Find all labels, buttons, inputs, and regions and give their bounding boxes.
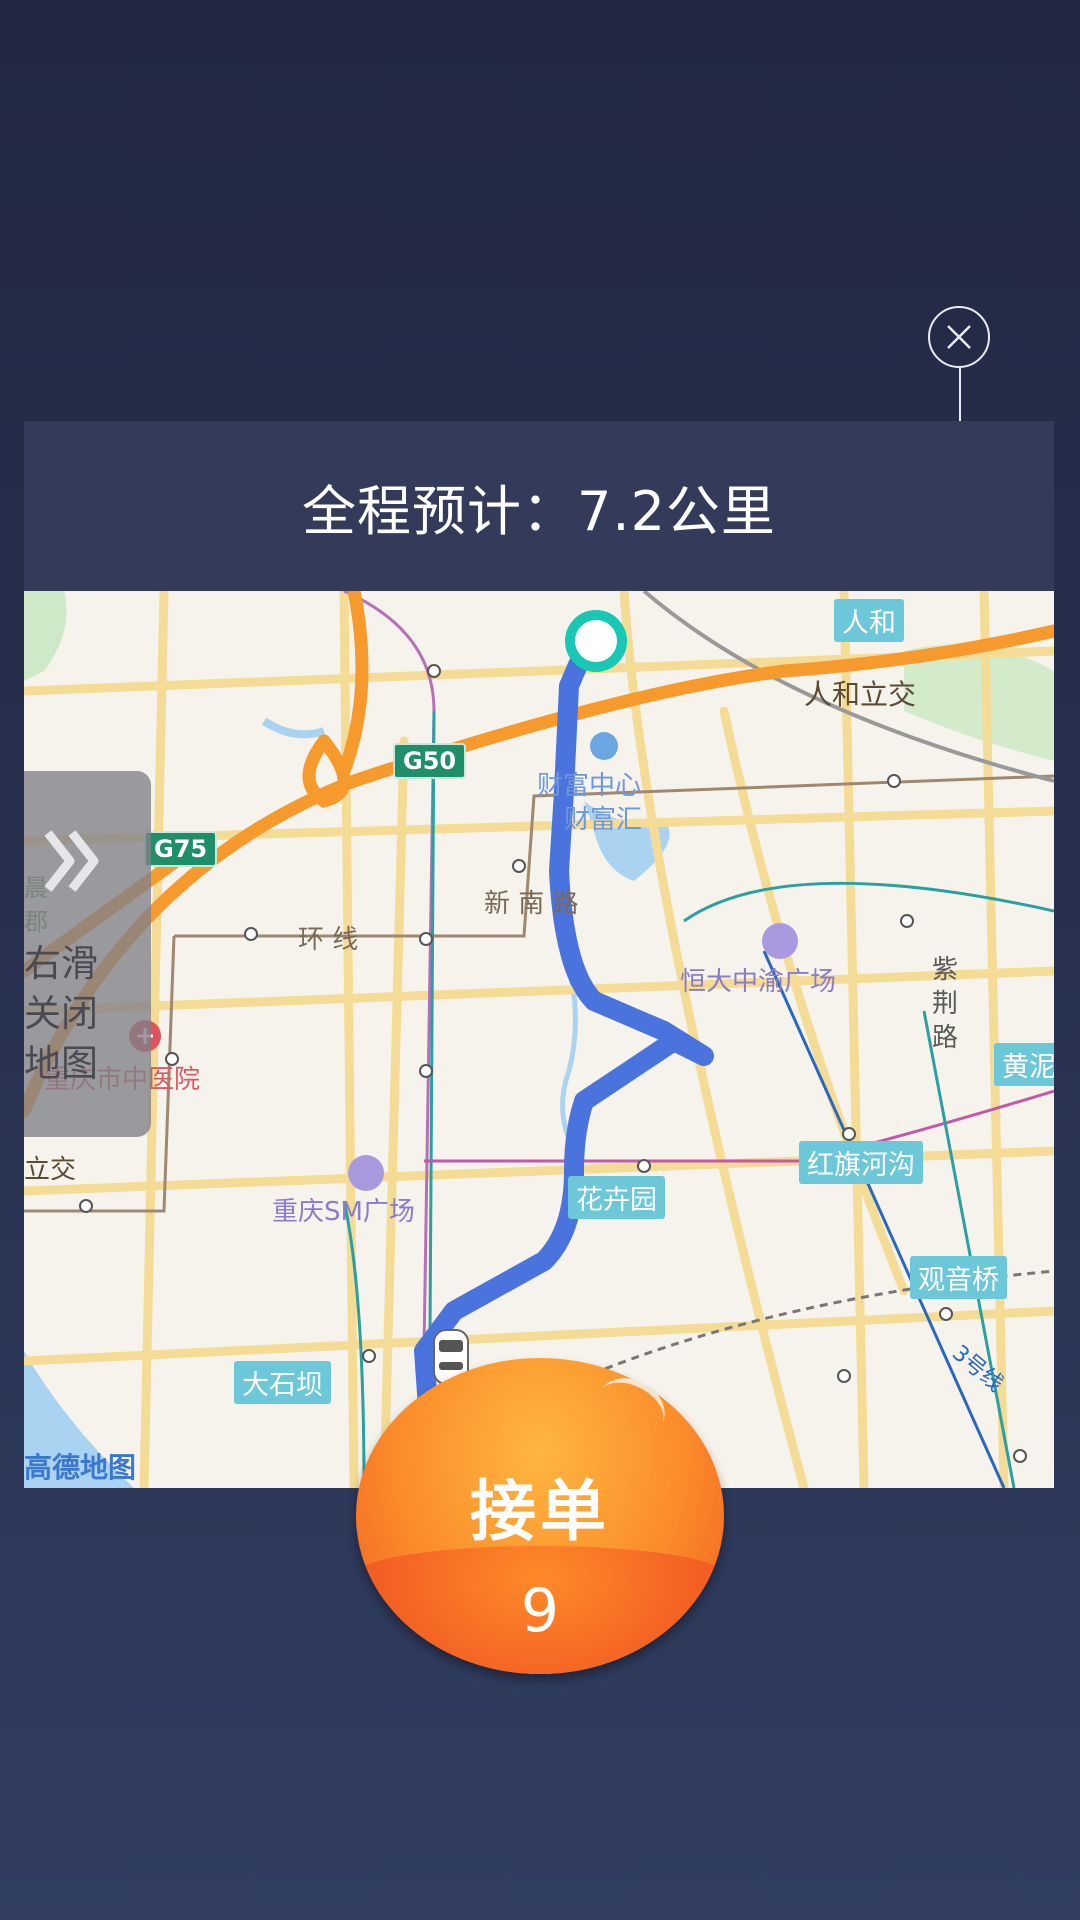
map-label-sm-plaza: 重庆SM广场: [272, 1197, 415, 1227]
map-label-g50: G50: [393, 743, 467, 779]
close-tether-line: [959, 368, 961, 421]
dialog-header: 全程预计：7.2公里: [24, 421, 1054, 591]
map-label-zijing-road: 紫荆路: [932, 955, 959, 1053]
map-label-huahuiyuan: 花卉园: [568, 1176, 665, 1219]
map-label-ring-line: 环 线: [298, 925, 359, 955]
map-label-evergrande-plaza: 恒大中渝广场: [680, 967, 837, 997]
map-canvas: [24, 591, 1054, 1488]
map-label-caifu-hui: 财富汇: [564, 805, 643, 835]
close-icon: [947, 325, 971, 349]
close-button[interactable]: [928, 306, 990, 368]
distance-estimate: 全程预计：7.2公里: [302, 479, 776, 543]
map-label-hongqihegou: 红旗河沟: [799, 1141, 923, 1184]
map-label-renhe: 人和: [834, 599, 904, 642]
map-label-g75: G75: [144, 831, 218, 867]
slide-close-hint: 右滑关闭地图: [24, 942, 98, 1085]
double-chevron-right-icon: [44, 830, 99, 892]
map-label-renhe-interchange: 人和立交: [804, 678, 917, 711]
map-label-interchange-left: 立交: [24, 1155, 77, 1185]
map-label-xinnan-road: 新 南 路: [484, 889, 579, 919]
amap-logo: 高德地图: [24, 1451, 137, 1484]
route-map[interactable]: 人和 人和立交 G50 G75 财富中心 财富汇 新 南 路 环 线 恒大中渝广…: [24, 591, 1054, 1488]
map-label-guanyinqiao: 观音桥: [910, 1256, 1007, 1299]
accept-order-button[interactable]: 接单 9: [356, 1358, 724, 1674]
slide-close-panel[interactable]: 右滑关闭地图: [24, 771, 151, 1137]
map-label-huangni: 黄泥: [994, 1043, 1054, 1086]
accept-countdown: 9: [520, 1576, 560, 1646]
map-label-dashiba: 大石坝: [234, 1361, 331, 1404]
accept-order-label: 接单: [470, 1473, 610, 1550]
map-label-caifu-center: 财富中心: [537, 771, 642, 801]
